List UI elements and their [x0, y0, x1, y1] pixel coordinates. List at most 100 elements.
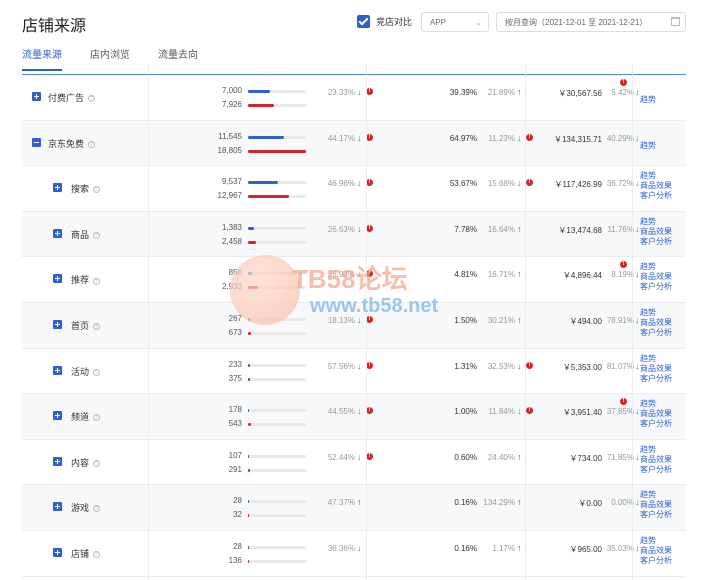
expand-icon[interactable] — [53, 456, 62, 466]
help-icon[interactable]: ? — [93, 459, 101, 467]
help-icon[interactable]: ? — [93, 414, 101, 422]
help-icon[interactable]: ? — [93, 186, 101, 194]
alert-icon[interactable]: ! — [366, 224, 373, 232]
expand-icon[interactable] — [53, 183, 62, 193]
row-name: 首页? — [71, 319, 101, 332]
share-ratio: 1.31% — [454, 361, 477, 371]
alert-icon[interactable]: ! — [366, 270, 373, 278]
action-link[interactable]: 客户分析 — [640, 374, 672, 384]
arrow-down-icon: ↓ — [635, 87, 640, 97]
action-link[interactable]: 趋势 — [640, 262, 672, 272]
alert-icon[interactable]: ! — [620, 261, 627, 269]
help-icon[interactable]: ? — [93, 231, 101, 239]
amount-change: 37.85% — [606, 407, 634, 417]
competitor-visitor-count: 136 — [228, 555, 242, 565]
action-link[interactable]: 趋势 — [640, 354, 672, 364]
order-amount: ￥117,426.99 — [554, 180, 602, 190]
share-ratio: 0.60% — [454, 452, 477, 462]
visitor-count: 28 — [233, 541, 242, 551]
expand-icon[interactable] — [53, 319, 62, 329]
alert-icon[interactable]: ! — [620, 398, 627, 406]
arrow-up-icon: ↑ — [357, 497, 362, 508]
action-link[interactable]: 客户分析 — [640, 282, 672, 292]
action-link[interactable]: 趋势 — [640, 95, 656, 105]
help-icon[interactable]: ? — [93, 323, 101, 331]
arrow-down-icon: ↓ — [357, 269, 362, 280]
action-link[interactable]: 商品效果 — [640, 318, 672, 328]
action-link[interactable]: 客户分析 — [640, 510, 672, 520]
tab-traffic-source[interactable]: 流量来源 — [22, 46, 62, 71]
alert-icon[interactable]: ! — [366, 407, 373, 415]
action-link[interactable]: 商品效果 — [640, 181, 672, 191]
help-icon[interactable]: ? — [93, 551, 101, 559]
action-link[interactable]: 商品效果 — [640, 546, 672, 556]
platform-select[interactable]: APP ⌄ — [421, 12, 489, 32]
arrow-down-icon: ↓ — [517, 406, 522, 417]
help-icon[interactable]: ? — [93, 277, 101, 285]
row-label: 搜索 — [71, 184, 90, 195]
alert-icon[interactable]: ! — [366, 361, 373, 369]
expand-icon[interactable] — [53, 228, 62, 238]
date-range-picker[interactable]: 按月查询（2021-12-01 至 2021-12-21） — [496, 12, 686, 32]
compare-toggle[interactable]: 竞店对比 — [357, 15, 412, 28]
arrow-down-icon: ↓ — [357, 178, 362, 189]
help-icon[interactable]: ? — [93, 505, 101, 513]
compare-checkbox[interactable] — [357, 15, 370, 28]
competitor-visitor-bar — [248, 104, 306, 107]
action-link[interactable]: 客户分析 — [640, 465, 672, 475]
action-link[interactable]: 客户分析 — [640, 237, 672, 247]
action-link[interactable]: 趋势 — [640, 171, 672, 181]
alert-icon[interactable]: ! — [366, 133, 373, 141]
row-name: 游戏? — [71, 501, 101, 514]
share-change: 30.21% — [487, 315, 515, 325]
expand-icon[interactable] — [53, 411, 62, 421]
alert-icon[interactable]: ! — [620, 79, 627, 86]
visitor-bar — [248, 272, 306, 276]
action-link[interactable]: 趋势 — [640, 141, 656, 151]
expand-icon[interactable] — [53, 274, 62, 284]
action-link[interactable]: 商品效果 — [640, 500, 672, 510]
action-link[interactable]: 商品效果 — [640, 272, 672, 282]
expand-icon[interactable] — [32, 92, 41, 101]
visitor-count: 267 — [228, 313, 242, 323]
visitor-count: 28 — [233, 496, 242, 506]
row-name: 频道? — [71, 410, 101, 423]
help-icon[interactable]: ? — [93, 368, 101, 376]
tab-store-browse[interactable]: 店内浏览 — [90, 46, 130, 71]
action-link[interactable]: 客户分析 — [640, 556, 672, 566]
date-range-value: 按月查询（2021-12-01 至 2021-12-21） — [505, 17, 648, 27]
action-link[interactable]: 客户分析 — [640, 328, 672, 338]
competitor-visitor-count: 2,458 — [221, 236, 242, 246]
alert-icon[interactable]: ! — [366, 88, 373, 95]
action-link[interactable]: 趋势 — [640, 399, 672, 409]
expand-icon[interactable] — [53, 365, 62, 375]
alert-icon[interactable]: ! — [366, 179, 373, 187]
help-icon[interactable]: ? — [88, 95, 96, 103]
competitor-visitor-count: 673 — [228, 327, 242, 337]
action-link[interactable]: 商品效果 — [640, 455, 672, 465]
expand-icon[interactable] — [53, 502, 62, 512]
share-change: 24.40% — [487, 452, 515, 462]
row-name: 店铺? — [71, 547, 101, 560]
share-change: 21.89% — [487, 88, 515, 97]
alert-icon[interactable]: ! — [366, 452, 373, 460]
row-label: 推荐 — [71, 275, 90, 286]
action-link[interactable]: 趋势 — [640, 536, 672, 546]
action-link[interactable]: 商品效果 — [640, 364, 672, 374]
row-actions: 趋势 商品效果 客户分析 — [640, 445, 672, 475]
collapse-icon[interactable] — [32, 137, 41, 147]
action-link[interactable]: 趋势 — [640, 445, 672, 455]
expand-icon[interactable] — [53, 547, 62, 557]
action-link[interactable]: 趋势 — [640, 308, 672, 318]
action-link[interactable]: 商品效果 — [640, 409, 672, 419]
action-link[interactable]: 商品效果 — [640, 227, 672, 237]
action-link[interactable]: 客户分析 — [640, 191, 672, 201]
help-icon[interactable]: ? — [88, 140, 96, 148]
arrow-down-icon: ↓ — [635, 132, 640, 143]
alert-icon[interactable]: ! — [366, 315, 373, 323]
competitor-visitor-bar — [248, 286, 306, 290]
action-link[interactable]: 趋势 — [640, 217, 672, 227]
tab-traffic-destination[interactable]: 流量去向 — [158, 46, 198, 71]
action-link[interactable]: 趋势 — [640, 490, 672, 500]
action-link[interactable]: 客户分析 — [640, 419, 672, 429]
